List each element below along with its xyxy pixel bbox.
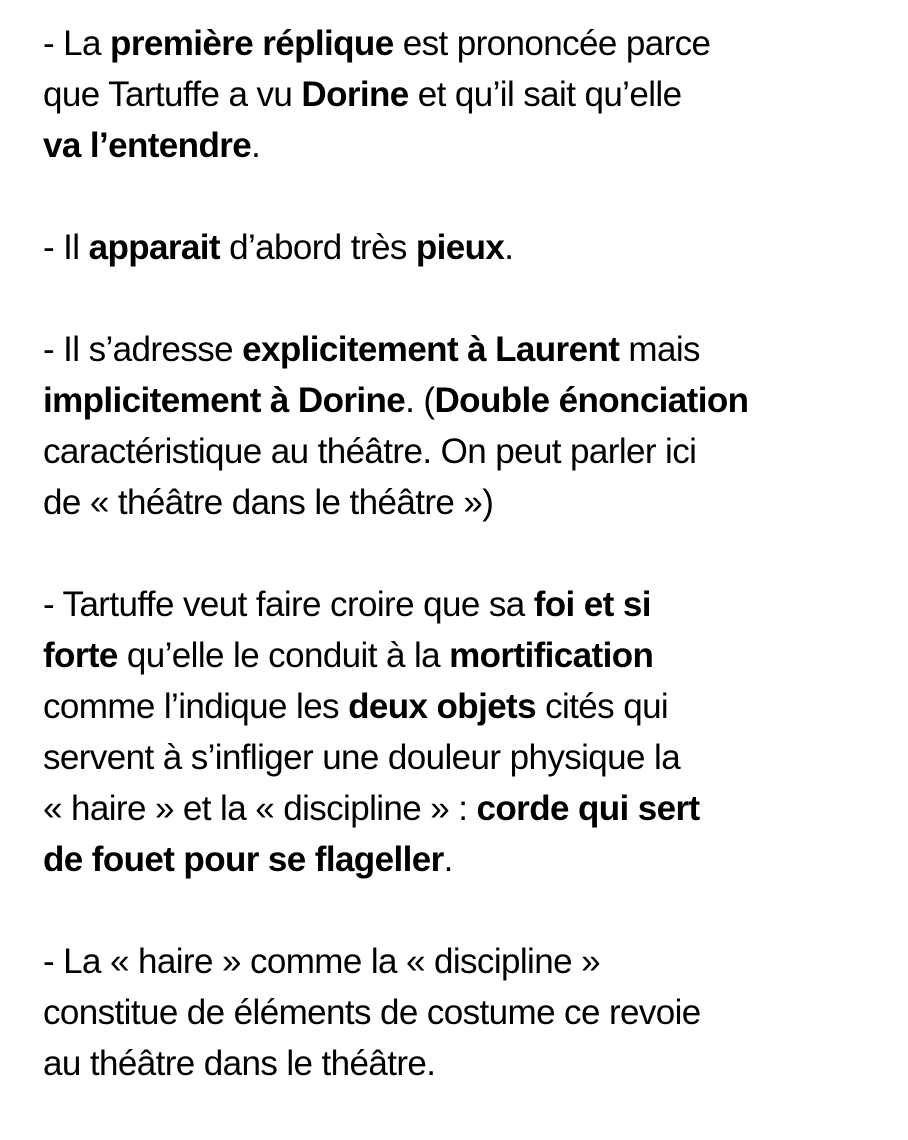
text-line: - La première réplique est prononcée par… <box>43 18 893 69</box>
bold-text-run: corde qui sert <box>476 789 701 828</box>
paragraph-premiere-replique: - La première réplique est prononcée par… <box>43 18 893 171</box>
bold-text-run: foi et si <box>533 585 652 624</box>
text-run: comme l’indique les <box>43 687 349 726</box>
text-line: servent à s’infliger une douleur physiqu… <box>43 732 893 783</box>
text-run: . ( <box>405 381 435 420</box>
bold-text-run: première réplique <box>110 24 394 63</box>
text-run: - Il s’adresse <box>43 330 243 369</box>
text-run: . <box>251 126 261 165</box>
paragraph-costume: - La « haire » comme la « discipline » c… <box>43 936 893 1089</box>
bold-text-run: de fouet pour se flageller <box>43 840 444 879</box>
text-line: au théâtre dans le théâtre. <box>43 1038 893 1089</box>
text-run: - La « haire » comme la « discipline » <box>43 942 601 981</box>
text-run: que Tartuffe a vu <box>43 75 302 114</box>
text-run: mais <box>619 330 700 369</box>
text-run: qu’elle le conduit à la <box>117 636 450 675</box>
text-run: . <box>443 840 454 879</box>
text-run: constitue de éléments de costume ce revo… <box>43 993 701 1032</box>
text-line: - Il s’adresse explicitement à Laurent m… <box>43 324 893 375</box>
bold-text-run: Dorine <box>301 75 409 114</box>
text-run: de « théâtre dans le théâtre ») <box>43 483 494 522</box>
text-run: et qu’il sait qu’elle <box>408 75 682 114</box>
text-line: de fouet pour se flageller. <box>43 834 893 885</box>
text-run: caractéristique au théâtre. On peut parl… <box>43 432 697 471</box>
bold-text-run: Double énonciation <box>434 381 749 420</box>
text-line: - Tartuffe veut faire croire que sa foi … <box>43 579 893 630</box>
text-run: - Tartuffe veut faire croire que sa <box>43 585 534 624</box>
text-run: servent à s’infliger une douleur physiqu… <box>43 738 681 777</box>
bold-text-run: pieux <box>415 228 505 267</box>
bold-text-run: explicitement à Laurent <box>242 330 620 369</box>
bold-text-run: va l’entendre <box>43 126 252 165</box>
text-line: comme l’indique les deux objets cités qu… <box>43 681 893 732</box>
paragraph-mortification: - Tartuffe veut faire croire que sa foi … <box>43 579 893 885</box>
paragraph-apparait-pieux: - Il apparait d’abord très pieux. <box>43 222 893 273</box>
bold-text-run: apparait <box>88 228 221 267</box>
bold-text-run: forte <box>43 636 118 675</box>
text-line: de « théâtre dans le théâtre ») <box>43 477 893 528</box>
text-line: forte qu’elle le conduit à la mortificat… <box>43 630 893 681</box>
bold-text-run: implicitement à Dorine <box>43 381 406 420</box>
text-line: « haire » et la « discipline » : corde q… <box>43 783 893 834</box>
text-run: « haire » et la « discipline » : <box>43 789 477 828</box>
text-run: cités qui <box>535 687 669 726</box>
text-line: - Il apparait d’abord très pieux. <box>43 222 893 273</box>
text-line: caractéristique au théâtre. On peut parl… <box>43 426 893 477</box>
text-run: . <box>504 228 514 267</box>
bold-text-run: mortification <box>449 636 654 675</box>
text-run: d’abord très <box>219 228 416 267</box>
text-run: - La <box>43 24 111 63</box>
text-line: va l’entendre. <box>43 120 893 171</box>
text-run: au théâtre dans le théâtre. <box>43 1044 436 1083</box>
paragraph-double-enonciation: - Il s’adresse explicitement à Laurent m… <box>43 324 893 528</box>
bold-text-run: deux objets <box>348 687 536 726</box>
text-line: implicitement à Dorine. (Double énonciat… <box>43 375 893 426</box>
text-line: que Tartuffe a vu Dorine et qu’il sait q… <box>43 69 893 120</box>
text-line: - La « haire » comme la « discipline » <box>43 936 893 987</box>
text-run: - Il <box>43 228 89 267</box>
text-line: constitue de éléments de costume ce revo… <box>43 987 893 1038</box>
text-run: est prononcée parce <box>393 24 711 63</box>
document-body: - La première réplique est prononcée par… <box>43 18 893 1140</box>
